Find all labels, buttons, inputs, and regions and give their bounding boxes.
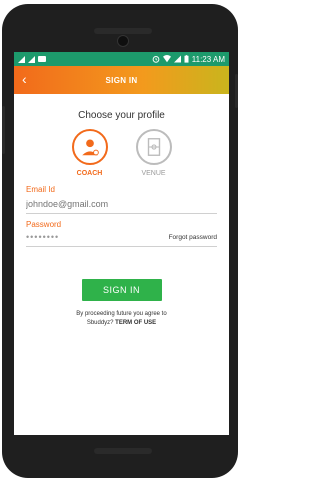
profile-option-coach[interactable]: COACH: [71, 129, 108, 177]
venue-court-icon: [147, 138, 160, 156]
login-form: Email Id Password Forgot password: [26, 185, 217, 247]
venue-avatar[interactable]: [135, 129, 172, 165]
signal-icon: [18, 55, 25, 63]
side-button-right: [235, 74, 238, 108]
coach-user-icon: [81, 139, 99, 156]
coach-avatar[interactable]: [71, 129, 108, 165]
terms-of-use-link[interactable]: TERM OF USE: [115, 320, 156, 326]
battery-icon: [184, 55, 189, 63]
terms-line-2: Sbuddyz? TERM OF USE: [26, 319, 217, 328]
email-field[interactable]: [26, 196, 217, 214]
phone-frame: 11:23 AM ‹ SIGN IN Choose your profile C…: [2, 4, 238, 478]
profile-heading: Choose your profile: [78, 110, 165, 121]
status-left: [18, 55, 46, 63]
cell-signal-icon: [173, 55, 181, 63]
message-icon: [38, 56, 46, 62]
chevron-left-icon[interactable]: ‹: [22, 72, 27, 86]
forgot-password-link[interactable]: Forgot password: [169, 234, 217, 246]
venue-label: VENUE: [141, 170, 166, 177]
speaker-bottom: [94, 448, 152, 454]
wifi-icon: [162, 55, 171, 63]
coach-label: COACH: [76, 170, 103, 177]
password-field[interactable]: [26, 229, 169, 246]
status-bar: 11:23 AM: [14, 52, 229, 66]
signin-content: Choose your profile COACH VENUE Email Id…: [14, 94, 229, 328]
profile-options: COACH VENUE: [26, 129, 217, 177]
profile-option-venue[interactable]: VENUE: [135, 129, 172, 177]
terms-line-1: By proceeding future you agree to: [76, 311, 167, 317]
page-title: SIGN IN: [105, 75, 138, 85]
app-screen: 11:23 AM ‹ SIGN IN Choose your profile C…: [14, 52, 229, 435]
alarm-icon: [152, 56, 160, 63]
terms-prefix: Sbuddyz?: [86, 320, 114, 326]
signal-icon: [28, 55, 35, 63]
app-bar: ‹ SIGN IN: [14, 66, 229, 94]
side-button-left: [2, 106, 5, 154]
status-time: 11:23 AM: [191, 54, 225, 64]
password-label: Password: [26, 220, 62, 229]
terms-text: By proceeding future you agree to Sbuddy…: [26, 310, 217, 328]
speaker-top: [94, 28, 152, 34]
password-row: Forgot password: [26, 229, 217, 247]
email-label: Email Id: [26, 185, 55, 194]
status-right: 11:23 AM: [152, 55, 225, 64]
sign-in-button[interactable]: SIGN IN: [81, 279, 162, 301]
front-camera: [117, 35, 129, 47]
